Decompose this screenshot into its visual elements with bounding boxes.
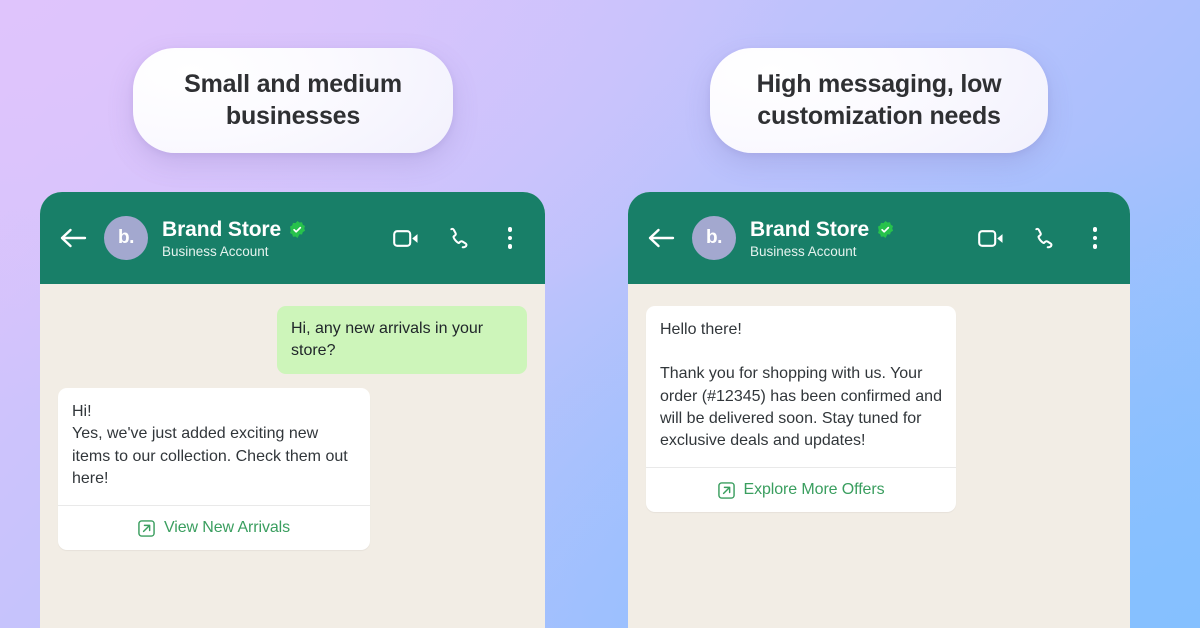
incoming-message-text-left: Hi! Yes, we've just added exciting new i… [72, 403, 348, 487]
avatar-left[interactable]: b. [104, 216, 148, 260]
back-button-right[interactable] [644, 221, 678, 255]
avatar-right[interactable]: b. [692, 216, 736, 260]
external-link-icon [717, 482, 735, 499]
headline-pill-left: Small and medium businesses [133, 48, 453, 153]
contact-info-right: Brand Store Business Account [750, 218, 978, 259]
contact-name-left: Brand Store [162, 217, 282, 241]
video-call-button-right[interactable] [978, 225, 1004, 251]
cta-button-explore-more-offers[interactable]: Explore More Offers [646, 467, 956, 512]
avatar-label-left: b. [118, 227, 134, 248]
incoming-message-card-right: Hello there! Thank you for shopping with… [646, 306, 956, 513]
phone-call-button-left[interactable] [445, 225, 471, 251]
avatar-label-right: b. [706, 227, 722, 248]
contact-name-row-right: Brand Store [750, 218, 978, 242]
headline-pill-right-text: High messaging, low customization needs [756, 70, 1002, 130]
arrow-left-icon [60, 228, 87, 248]
headline-pill-left-text: Small and medium businesses [184, 70, 402, 130]
external-link-icon [138, 519, 155, 537]
verified-badge-icon [290, 220, 306, 239]
more-options-button-left[interactable] [497, 225, 523, 251]
phone-call-button-right[interactable] [1030, 225, 1056, 251]
verified-badge-icon [878, 220, 894, 239]
video-call-icon [978, 229, 1003, 247]
video-call-button-left[interactable] [393, 225, 419, 251]
arrow-left-icon [648, 228, 675, 248]
header-actions-left [393, 225, 523, 251]
contact-subtitle-right: Business Account [750, 243, 857, 259]
contact-subtitle-left: Business Account [162, 243, 269, 259]
phone-call-icon [1035, 227, 1053, 248]
contact-name-row-left: Brand Store [162, 218, 393, 242]
message-row-incoming-right: Hello there! Thank you for shopping with… [646, 306, 1112, 513]
contact-name-right: Brand Store [750, 217, 870, 241]
chat-messages-right: Hello there! Thank you for shopping with… [628, 284, 1130, 628]
message-row-incoming-left: Hi! Yes, we've just added exciting new i… [58, 388, 527, 551]
back-button-left[interactable] [56, 221, 90, 255]
cta-button-view-new-arrivals[interactable]: View New Arrivals [58, 505, 370, 550]
more-options-button-right[interactable] [1082, 225, 1108, 251]
chat-panel-left: b. Brand Store Business Account Hi, any … [40, 192, 545, 628]
message-row-outgoing-left: Hi, any new arrivals in your store? [58, 306, 527, 375]
chat-header-right: b. Brand Store Business Account [628, 192, 1130, 284]
outgoing-message-bubble-left: Hi, any new arrivals in your store? [277, 306, 527, 375]
headline-pill-right: High messaging, low customization needs [710, 48, 1048, 153]
poster-canvas: Small and medium businesses High messagi… [0, 0, 1200, 628]
cta-label-left: View New Arrivals [163, 519, 291, 537]
chat-panel-right: b. Brand Store Business Account Hello th… [628, 192, 1130, 628]
incoming-message-card-left: Hi! Yes, we've just added exciting new i… [58, 388, 370, 551]
contact-info-left: Brand Store Business Account [162, 218, 393, 259]
video-call-icon [393, 229, 418, 247]
header-actions-right [978, 225, 1108, 251]
cta-label-right: Explore More Offers [743, 481, 885, 499]
more-vertical-icon [1092, 227, 1098, 249]
more-vertical-icon [507, 227, 513, 249]
chat-header-left: b. Brand Store Business Account [40, 192, 545, 284]
phone-call-icon [450, 227, 468, 248]
incoming-message-text-right: Hello there! Thank you for shopping with… [660, 321, 942, 450]
chat-messages-left: Hi, any new arrivals in your store? Hi! … [40, 284, 545, 628]
